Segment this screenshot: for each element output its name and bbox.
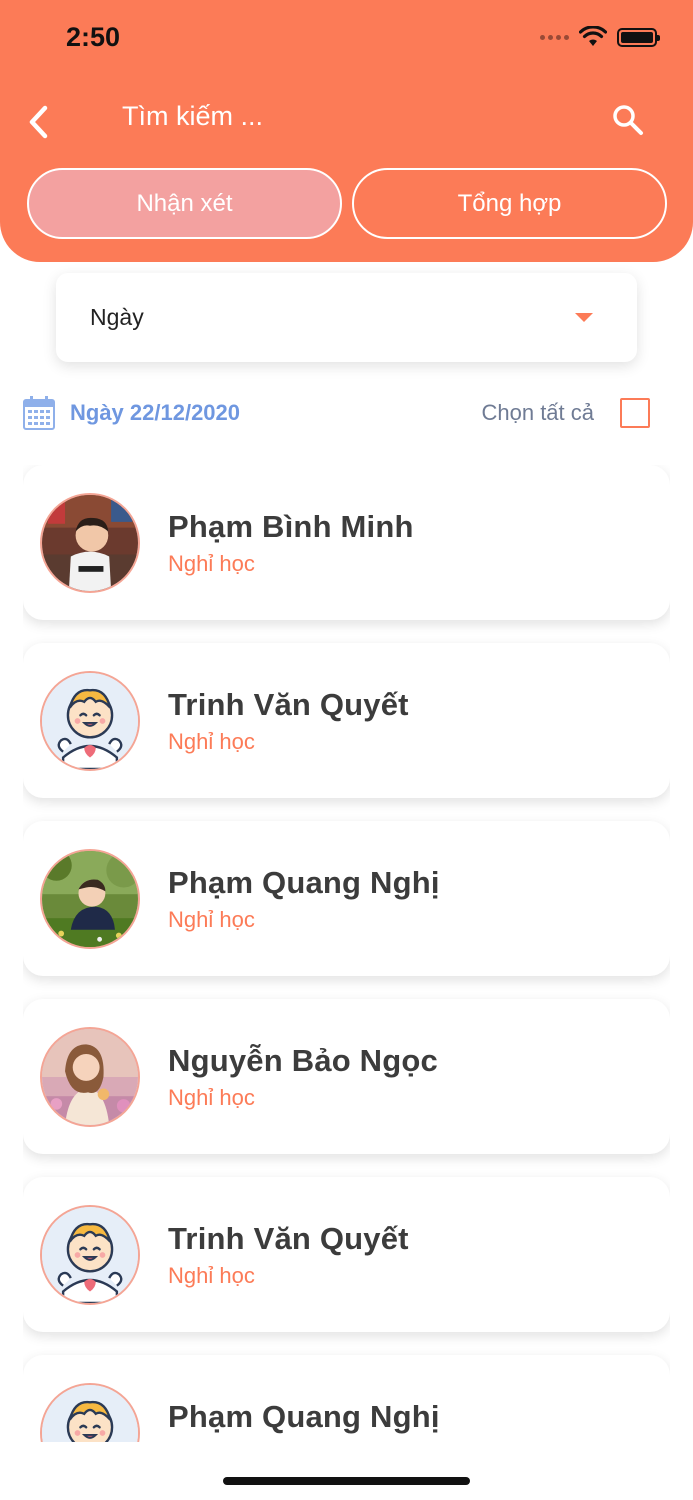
student-card[interactable]: Nguyễn Bảo Ngọc Nghỉ học (23, 999, 670, 1154)
date-row: Ngày 22/12/2020 Chọn tất cả (22, 393, 650, 433)
select-all[interactable]: Chọn tất cả (481, 398, 650, 428)
back-arrow-icon[interactable] (22, 102, 58, 142)
tab-nhan-xet[interactable]: Nhận xét (27, 168, 342, 239)
baby-avatar-icon (40, 1383, 140, 1442)
tab-tong-hop[interactable]: Tổng hợp (352, 168, 667, 239)
dropdown-value: Ngày (90, 304, 144, 330)
student-status: Nghỉ học (168, 551, 255, 576)
caret-down-icon (575, 313, 593, 322)
battery-icon (617, 27, 660, 47)
baby-avatar-icon (40, 671, 140, 771)
select-all-checkbox[interactable] (620, 398, 650, 428)
student-card[interactable]: Phạm Quang Nghị (23, 1355, 670, 1442)
student-name: Nguyễn Bảo Ngọc (168, 1043, 438, 1078)
status-time: 2:50 (66, 22, 121, 52)
student-name: Trinh Văn Quyết (168, 687, 409, 722)
student-name: Phạm Bình Minh (168, 509, 414, 544)
wifi-icon (579, 26, 607, 46)
student-card[interactable]: Phạm Bình Minh Nghỉ học (23, 465, 670, 620)
app-header: 2:50 Tìm kiếm ... Nhận xét Tổng hợp (0, 0, 693, 262)
student-status: Nghỉ học (168, 1085, 255, 1110)
student-name: Phạm Quang Nghị (168, 1399, 440, 1434)
baby-avatar-icon (40, 1205, 140, 1305)
calendar-icon[interactable] (22, 395, 56, 431)
student-status: Nghỉ học (168, 729, 255, 754)
search-field[interactable]: Tìm kiếm ... (122, 101, 263, 132)
home-indicator (223, 1477, 470, 1485)
date-label[interactable]: Ngày 22/12/2020 (70, 400, 240, 426)
select-all-label: Chọn tất cả (481, 400, 594, 425)
student-avatar (40, 493, 140, 593)
student-status: Nghỉ học (168, 907, 255, 932)
student-status: Nghỉ học (168, 1263, 255, 1288)
tab-bar: Nhận xét Tổng hợp (27, 168, 667, 239)
student-name: Trinh Văn Quyết (168, 1221, 409, 1256)
student-card[interactable]: Trinh Văn Quyết Nghỉ học (23, 1177, 670, 1332)
signal-icon (540, 34, 569, 40)
status-icons (540, 26, 660, 48)
student-card[interactable]: Trinh Văn Quyết Nghỉ học (23, 643, 670, 798)
student-card[interactable]: Phạm Quang Nghị Nghỉ học (23, 821, 670, 976)
student-name: Phạm Quang Nghị (168, 865, 440, 900)
student-avatar (40, 849, 140, 949)
student-avatar (40, 1027, 140, 1127)
period-dropdown[interactable]: Ngày (56, 273, 637, 362)
student-list: Phạm Bình Minh Nghỉ học Trinh Văn Quyết … (23, 465, 670, 1442)
search-icon[interactable] (611, 103, 645, 137)
